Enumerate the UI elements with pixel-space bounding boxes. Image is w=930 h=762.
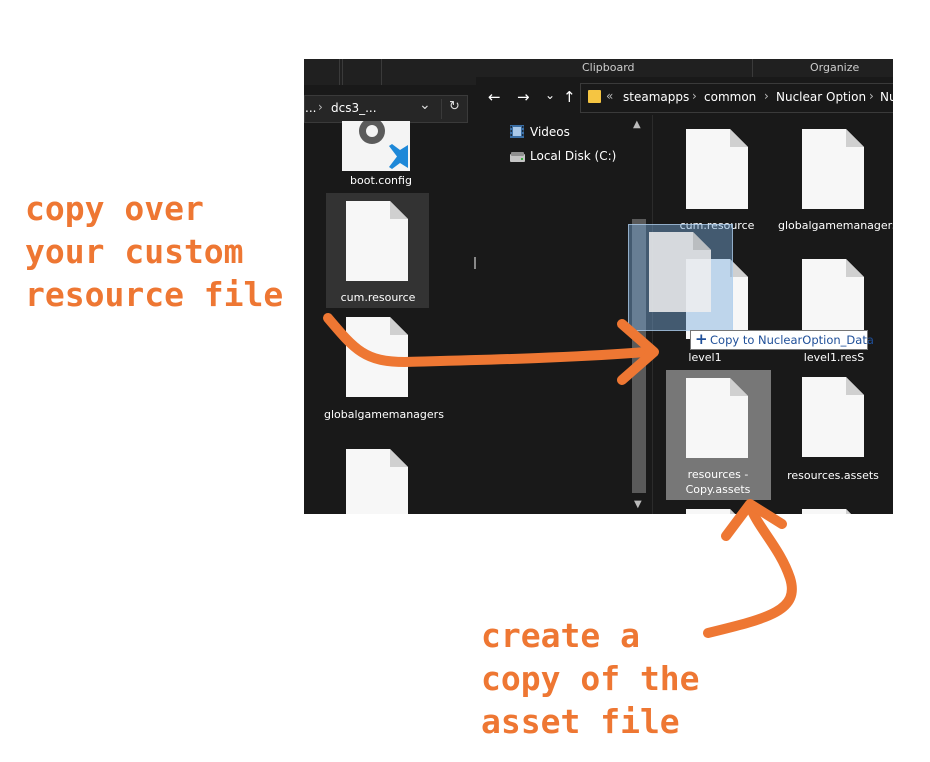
file-icon (686, 129, 748, 209)
file-item-resources-assets[interactable]: resources.assets (778, 377, 888, 487)
sidebar-item-local-disk[interactable]: Local Disk (C:) (510, 148, 650, 166)
file-name: resources.assets (787, 469, 879, 482)
refresh-icon[interactable]: ↻ (449, 99, 460, 114)
file-icon (346, 317, 408, 397)
file-item-cum-resource[interactable]: cum.resource (662, 129, 772, 239)
folder-icon (588, 90, 601, 103)
file-icon (346, 201, 408, 281)
scroll-down-icon[interactable]: ▼ (634, 499, 642, 510)
file-icon (346, 449, 408, 514)
ribbon-divider (752, 59, 753, 77)
ribbon-group-clipboard: Clipboard (582, 61, 635, 74)
right-ribbon: Clipboard Organize (476, 59, 893, 77)
right-explorer-window: Clipboard Organize ← → ⌄ ↑ « steamapps ›… (476, 59, 893, 514)
sidebar-item-label: Videos (530, 125, 570, 139)
sidebar-item-videos[interactable]: Videos (510, 124, 640, 142)
sidebar-item-label: Local Disk (C:) (530, 149, 617, 163)
back-button[interactable]: ← (488, 89, 501, 105)
address-prefix: ... (305, 101, 317, 115)
breadcrumb-item[interactable]: Nu (880, 90, 893, 104)
file-item-boot-config[interactable]: boot.config (326, 121, 436, 189)
file-item-globalgamemanagers[interactable]: globalgamemanagers (778, 129, 893, 239)
left-explorer-window: ... › dcs3_... ⌄ ↻ boot.config cum.resou… (304, 59, 476, 514)
drag-tooltip-text: Copy to NuclearOption_Data (710, 333, 874, 347)
breadcrumb[interactable]: « steamapps › common › Nuclear Option › … (580, 83, 893, 113)
address-folder[interactable]: dcs3_... (331, 101, 377, 115)
breadcrumb-item[interactable]: common (704, 90, 756, 104)
file-name: globalgamemanagers (778, 219, 893, 232)
file-icon (802, 377, 864, 457)
file-icon (802, 259, 864, 339)
chevron-right-icon: › (764, 89, 769, 103)
explorer-screenshot: ... › dcs3_... ⌄ ↻ boot.config cum.resou… (304, 59, 893, 514)
left-address-bar[interactable]: ... › dcs3_... ⌄ ↻ (304, 95, 468, 123)
address-divider (441, 99, 442, 119)
file-icon (649, 232, 711, 312)
arrow-shaft-create (703, 501, 797, 638)
breadcrumb-item[interactable]: Nuclear Option (776, 90, 866, 104)
chevron-down-icon[interactable]: ⌄ (419, 97, 431, 113)
drive-icon (510, 152, 525, 162)
navigation-pane: Videos Local Disk (C:) ▲ ▼ (476, 115, 652, 514)
file-icon (686, 378, 748, 458)
left-ribbon (304, 59, 476, 85)
plus-icon: + (695, 330, 708, 348)
drag-tooltip: + Copy to NuclearOption_Data (690, 330, 874, 350)
up-button[interactable]: ↑ (563, 89, 576, 105)
file-item-level1-ress[interactable]: level1.resS (778, 259, 888, 369)
file-icon (802, 129, 864, 209)
recent-locations-button[interactable]: ⌄ (545, 87, 555, 103)
breadcrumb-item[interactable]: steamapps (623, 90, 689, 104)
annotation-copy-resource: copy over your custom resource file (25, 189, 284, 314)
file-item-globalgamemanagers[interactable]: globalgamemanagers (324, 317, 444, 437)
config-file-icon (342, 121, 410, 171)
drag-ghost (628, 224, 733, 331)
file-name: cum.resource (340, 291, 416, 304)
file-name: boot.config (350, 174, 412, 187)
chevron-right-icon: › (869, 89, 874, 103)
ribbon-group-organize: Organize (810, 61, 860, 74)
ribbon-button[interactable] (308, 59, 340, 85)
annotation-create-copy: create a copy of the asset file (481, 616, 700, 741)
file-item-resources-copy-assets[interactable]: resources - Copy.assets (666, 370, 771, 500)
file-name: globalgamemanagers (324, 408, 444, 421)
file-icon (802, 509, 851, 514)
file-name: level1 (688, 351, 722, 364)
file-name: resources - Copy.assets (685, 468, 751, 496)
scroll-up-icon[interactable]: ▲ (633, 119, 641, 130)
file-name: level1.resS (803, 351, 865, 364)
file-icon (686, 509, 735, 514)
ribbon-button[interactable] (342, 59, 382, 85)
chevron-right-icon: › (692, 89, 697, 103)
file-item-cum-resource[interactable]: cum.resource (326, 193, 429, 308)
forward-button[interactable]: → (517, 89, 530, 105)
video-icon (510, 125, 524, 138)
chevron-right-icon: › (318, 100, 323, 114)
breadcrumb-overflow[interactable]: « (606, 89, 613, 103)
